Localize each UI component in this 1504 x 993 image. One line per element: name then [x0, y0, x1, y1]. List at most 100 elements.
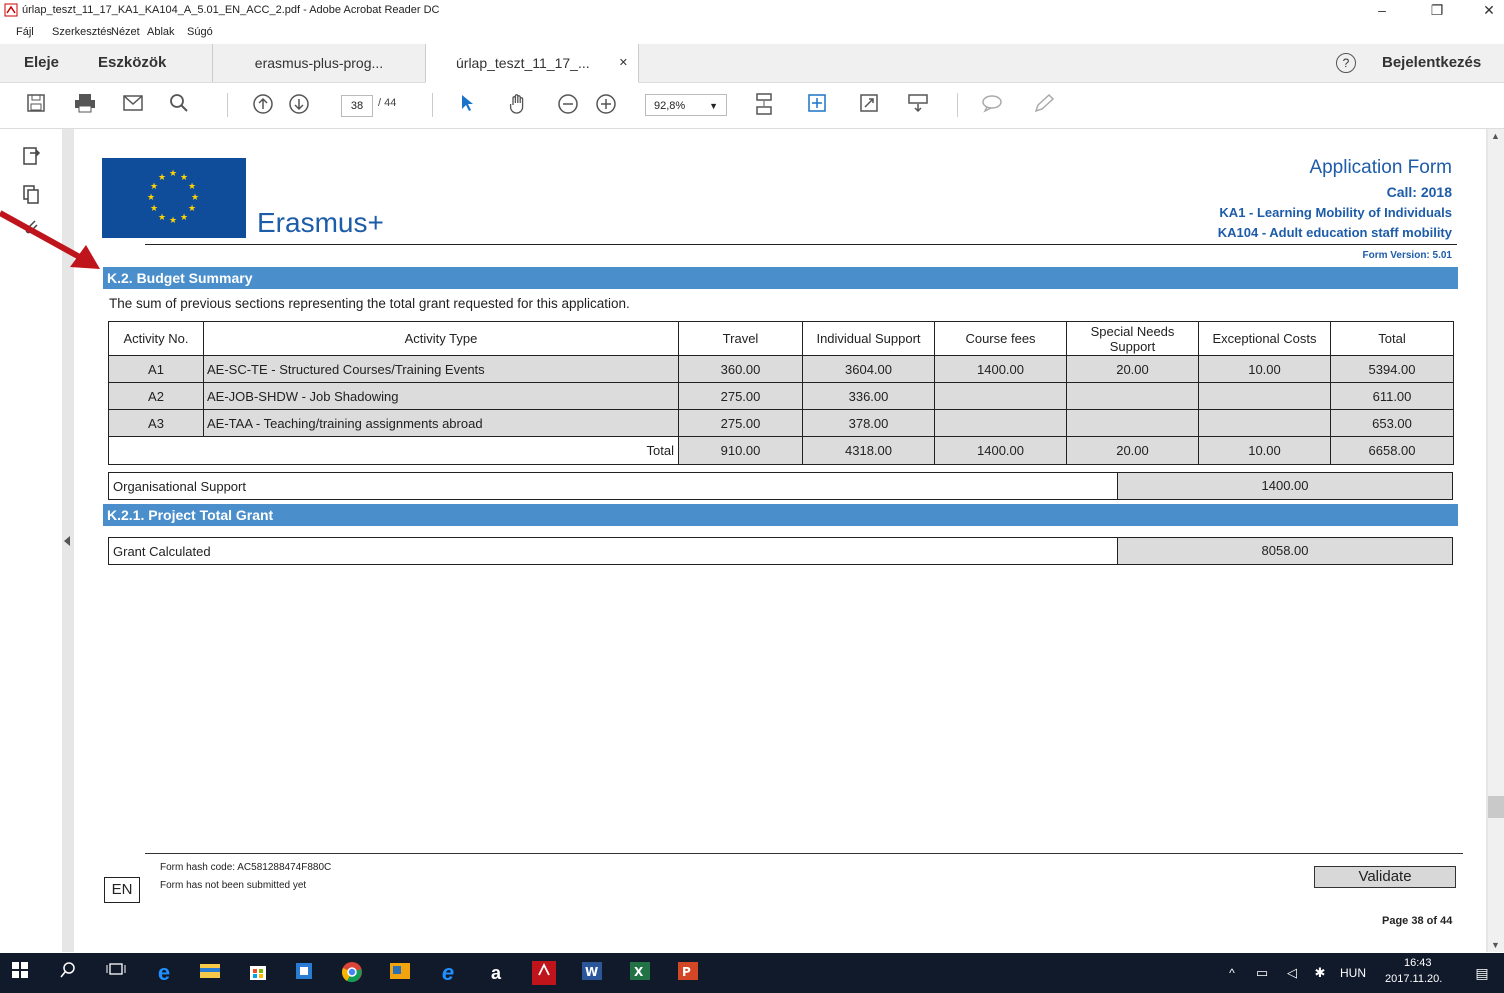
scroll-down-icon[interactable]: ▼ [1491, 940, 1500, 950]
acrobat-taskbar-icon[interactable] [532, 961, 556, 985]
budget-table: Activity No. Activity Type Travel Indivi… [108, 321, 1454, 465]
amazon-icon[interactable]: a [484, 961, 508, 985]
menu-window[interactable]: Ablak [147, 26, 175, 38]
svg-text:★: ★ [191, 193, 199, 203]
sign-in-link[interactable]: Bejelentkezés [1382, 44, 1481, 82]
menu-edit[interactable]: Szerkesztés [52, 26, 112, 38]
clock-time[interactable]: 16:43 [1404, 957, 1432, 969]
network-icon[interactable]: ▭ [1250, 961, 1274, 985]
tab-home[interactable]: Eleje [24, 44, 59, 82]
page-number-input[interactable]: 38 [341, 95, 373, 117]
collapse-pane-icon[interactable] [64, 536, 70, 546]
svg-text:W: W [585, 965, 598, 979]
chevron-up-icon[interactable]: ^ [1220, 961, 1244, 985]
validate-button[interactable]: Validate [1314, 866, 1456, 888]
windows-taskbar: e e a W X P ^ ▭ ◁ ✱ HUN 16:43 2017.11.20… [0, 953, 1504, 993]
outlook-icon[interactable] [388, 961, 412, 985]
cell-activity-type: AE-SC-TE - Structured Courses/Training E… [203, 355, 679, 383]
form-call: Call: 2018 [1386, 184, 1452, 200]
pages-icon[interactable] [20, 183, 42, 205]
comment-icon[interactable] [980, 93, 1004, 117]
search-icon[interactable] [56, 961, 80, 985]
chrome-icon[interactable] [340, 961, 364, 985]
restore-button[interactable]: ❐ [1422, 2, 1452, 19]
cell-course-fees[interactable]: 1400.00 [934, 355, 1067, 383]
previous-page-icon[interactable] [251, 93, 275, 117]
scrollbar-thumb[interactable] [1488, 796, 1504, 818]
cell-course-fees[interactable] [934, 382, 1067, 410]
close-button[interactable]: ✕ [1474, 2, 1504, 19]
bluetooth-icon[interactable]: ✱ [1308, 961, 1332, 985]
cell-total: 653.00 [1330, 409, 1454, 437]
internet-explorer-icon[interactable]: e [436, 961, 460, 985]
menu-view[interactable]: Nézet [111, 26, 140, 38]
clock-date[interactable]: 2017.11.20. [1385, 973, 1442, 985]
scroll-up-icon[interactable]: ▲ [1491, 131, 1500, 141]
cell-travel[interactable]: 275.00 [678, 382, 803, 410]
svg-text:★: ★ [169, 216, 177, 226]
volume-muted-icon[interactable]: ◁ [1280, 961, 1304, 985]
cell-individual-support[interactable]: 336.00 [802, 382, 935, 410]
task-view-icon[interactable] [104, 961, 128, 985]
edge-icon[interactable]: e [152, 961, 176, 985]
fit-width-icon[interactable] [805, 93, 829, 117]
cell-exceptional-costs[interactable] [1198, 409, 1331, 437]
tab-document-1[interactable]: erasmus-plus-prog... [212, 44, 426, 82]
cell-travel[interactable]: 360.00 [678, 355, 803, 383]
form-version: Form Version: 5.01 [1362, 250, 1452, 261]
export-pdf-icon[interactable] [20, 145, 42, 167]
cell-exceptional-costs[interactable] [1198, 382, 1331, 410]
reading-mode-icon[interactable] [906, 93, 930, 117]
cell-exceptional-costs[interactable]: 10.00 [1198, 355, 1331, 383]
header-special-needs: Special Needs Support [1066, 321, 1199, 356]
help-icon[interactable]: ? [1336, 53, 1356, 73]
cell-travel[interactable]: 275.00 [678, 409, 803, 437]
minimize-button[interactable]: – [1367, 2, 1397, 18]
fit-page-icon[interactable] [752, 93, 776, 117]
input-language[interactable]: HUN [1340, 966, 1366, 980]
svg-text:★: ★ [147, 193, 155, 203]
menu-help[interactable]: Súgó [187, 26, 213, 38]
cell-special-needs[interactable] [1066, 409, 1199, 437]
store-icon[interactable] [246, 961, 270, 985]
tab-document-2[interactable]: úrlap_teszt_11_17_... ✕ [425, 44, 639, 83]
cell-individual-support[interactable]: 3604.00 [802, 355, 935, 383]
word-icon[interactable]: W [580, 961, 604, 985]
header-exceptional-costs: Exceptional Costs [1198, 321, 1331, 356]
zoom-in-icon[interactable] [594, 93, 618, 117]
zoom-select[interactable]: 92,8% ▼ [645, 94, 727, 116]
print-icon[interactable] [73, 93, 97, 117]
next-page-icon[interactable] [287, 93, 311, 117]
header-total: Total [1330, 321, 1454, 356]
totals-label: Total [108, 436, 679, 465]
org-support-value: 1400.00 [1117, 473, 1452, 499]
hand-tool-icon[interactable] [506, 93, 530, 117]
app-icon[interactable] [292, 961, 316, 985]
cell-course-fees[interactable] [934, 409, 1067, 437]
excel-icon[interactable]: X [628, 961, 652, 985]
email-icon[interactable] [121, 93, 145, 117]
tab-close-icon[interactable]: ✕ [619, 44, 628, 82]
save-icon[interactable] [24, 93, 48, 117]
chevron-down-icon: ▼ [709, 101, 718, 111]
windows-start-icon[interactable] [8, 961, 32, 985]
grant-calculated-row: Grant Calculated 8058.00 [108, 537, 1453, 565]
notifications-icon[interactable]: ▤ [1470, 961, 1494, 985]
menu-file[interactable]: Fájl [16, 26, 34, 38]
file-explorer-icon[interactable] [198, 961, 222, 985]
search-icon[interactable] [167, 93, 191, 117]
zoom-out-icon[interactable] [556, 93, 580, 117]
highlight-pen-icon[interactable] [1032, 93, 1056, 117]
cell-special-needs[interactable] [1066, 382, 1199, 410]
cell-special-needs[interactable]: 20.00 [1066, 355, 1199, 383]
grant-value: 8058.00 [1117, 538, 1452, 564]
full-screen-icon[interactable] [857, 93, 881, 117]
select-cursor-icon[interactable] [455, 93, 479, 117]
page-info: Page 38 of 44 [1382, 915, 1453, 927]
subsection-heading: K.2.1. Project Total Grant [103, 504, 1458, 526]
svg-text:P: P [682, 965, 691, 979]
powerpoint-icon[interactable]: P [676, 961, 700, 985]
cell-individual-support[interactable]: 378.00 [802, 409, 935, 437]
tab-tools[interactable]: Eszközök [98, 44, 166, 82]
vertical-scrollbar[interactable]: ▲ ▼ [1488, 129, 1504, 952]
